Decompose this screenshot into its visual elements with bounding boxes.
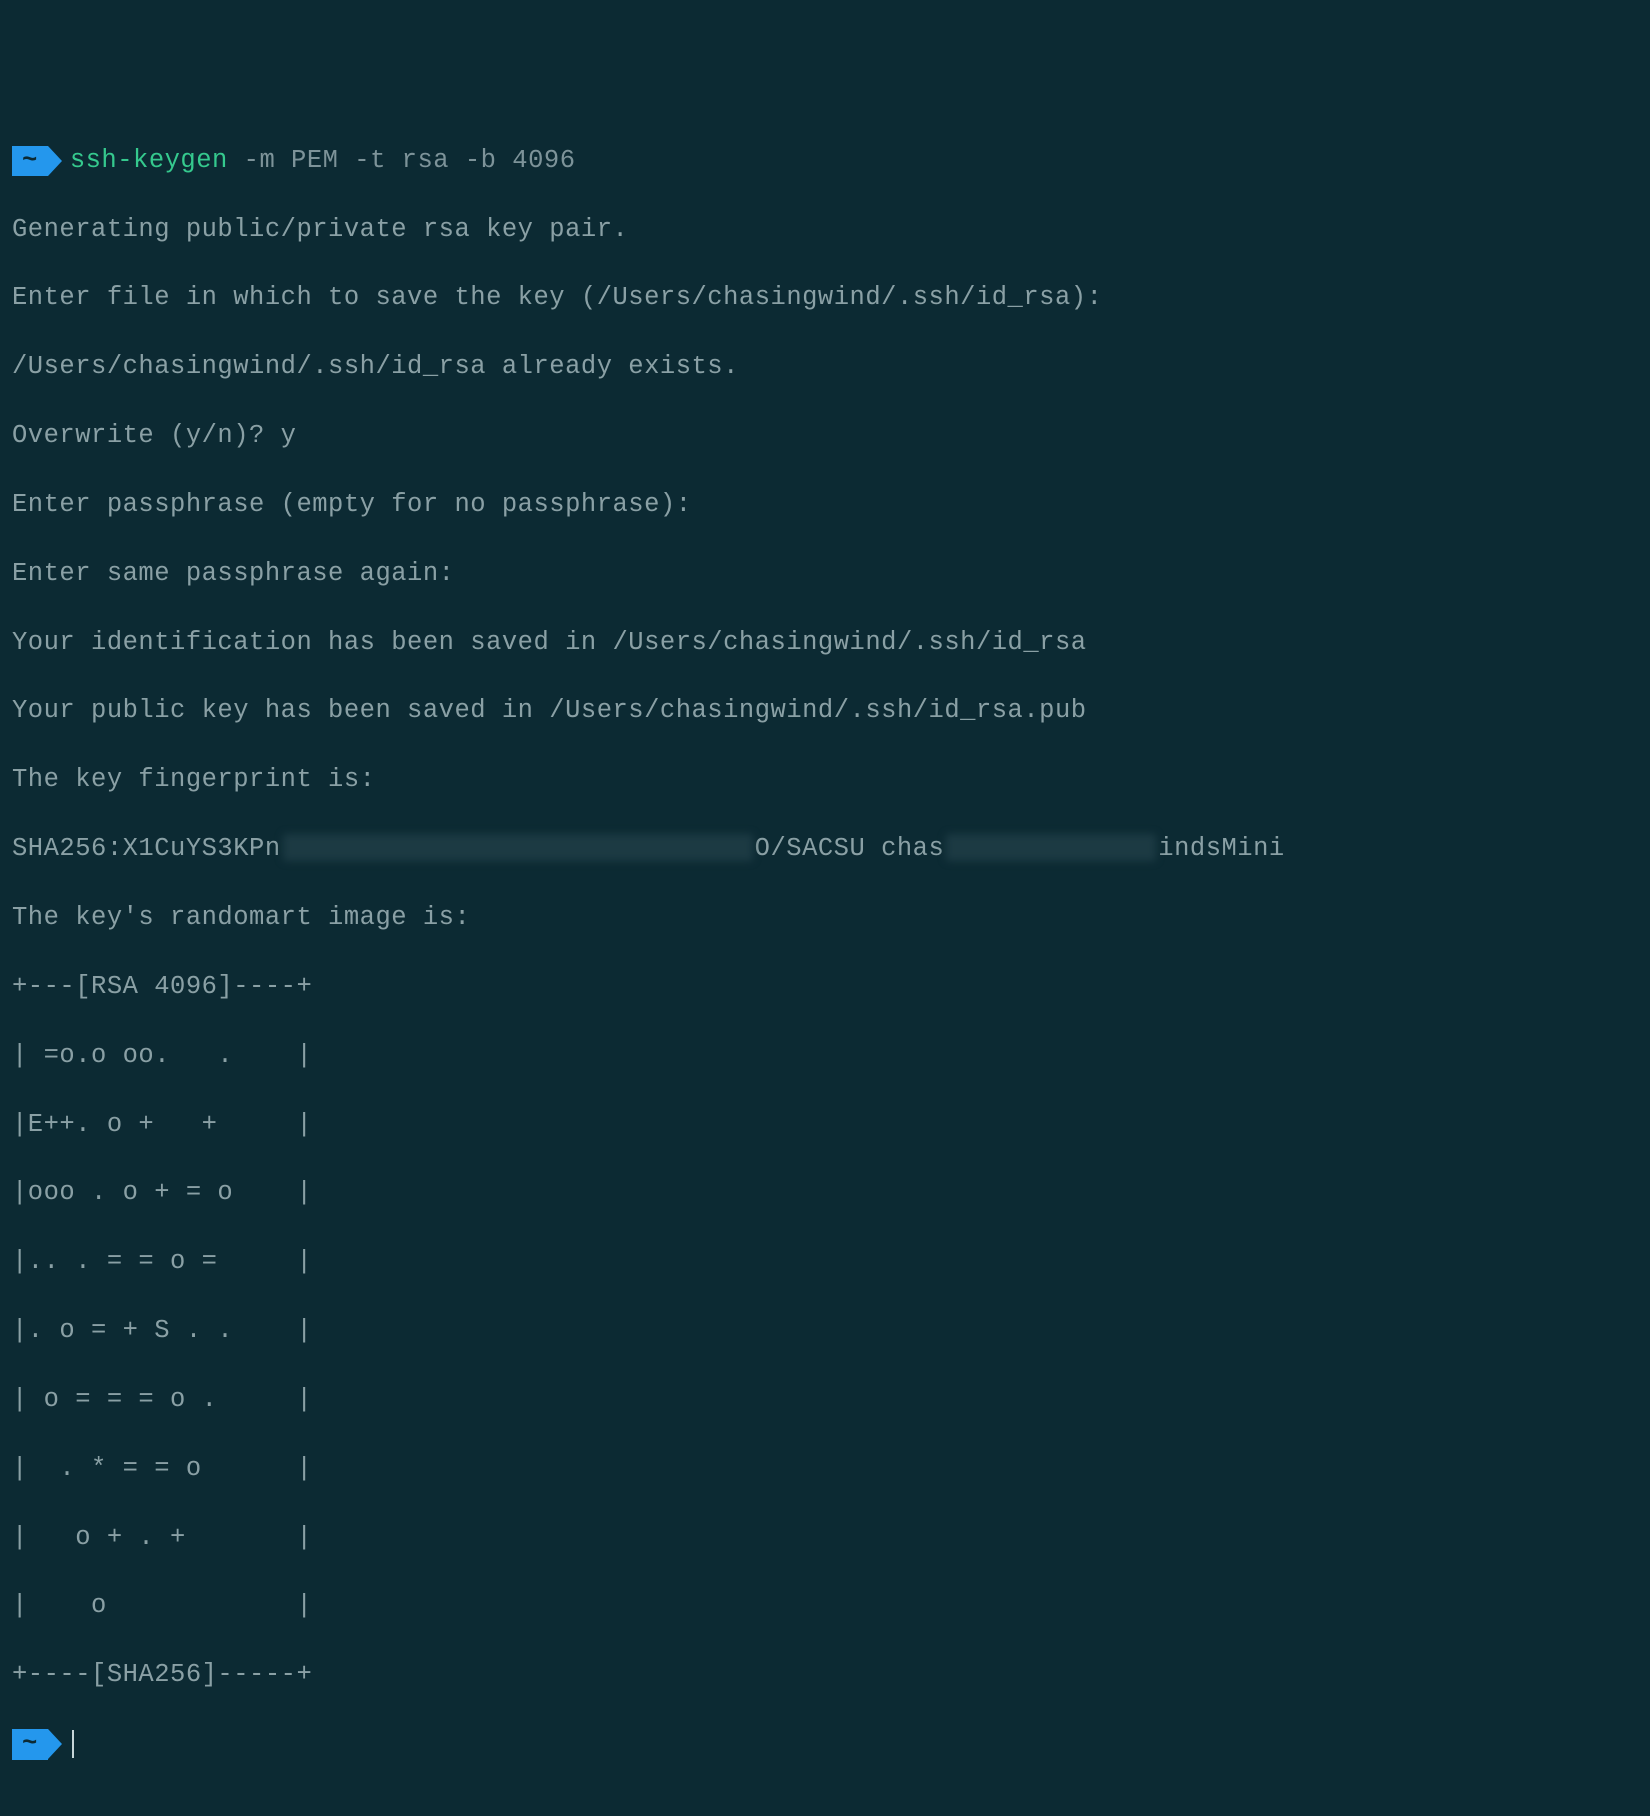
cursor (72, 1730, 74, 1758)
randomart-line: +----[SHA256]-----+ (12, 1658, 1638, 1692)
output-line: The key fingerprint is: (12, 763, 1638, 797)
fp-part: O/SACSU chas (755, 834, 945, 863)
command-name: ssh-keygen (70, 146, 228, 175)
prompt-badge: ~ (12, 146, 48, 177)
fingerprint-line: SHA256:X1CuYS3KPn O/SACSU chas indsMini (12, 832, 1638, 866)
output-line: The key's randomart image is: (12, 901, 1638, 935)
output-line: Generating public/private rsa key pair. (12, 213, 1638, 247)
fp-part: SHA256:X1CuYS3KPn (12, 834, 281, 863)
randomart-line: | . * = = o | (12, 1452, 1638, 1486)
randomart-line: | o | (12, 1589, 1638, 1623)
randomart-line: +---[RSA 4096]----+ (12, 970, 1638, 1004)
randomart-line: | o = = = o . | (12, 1383, 1638, 1417)
randomart-line: | o + . + | (12, 1521, 1638, 1555)
output-line: Overwrite (y/n)? y (12, 419, 1638, 453)
redacted-fingerprint (283, 834, 753, 861)
prompt-line[interactable]: ~ (12, 1727, 1638, 1761)
command-line[interactable]: ~ ssh-keygen -m PEM -t rsa -b 4096 (12, 144, 1638, 178)
fp-part: indsMini (1158, 834, 1284, 863)
randomart-line: | =o.o oo. . | (12, 1039, 1638, 1073)
output-line: Enter same passphrase again: (12, 557, 1638, 591)
randomart-line: |ooo . o + = o | (12, 1176, 1638, 1210)
output-line: Your identification has been saved in /U… (12, 626, 1638, 660)
output-line: Enter passphrase (empty for no passphras… (12, 488, 1638, 522)
randomart-line: |.. . = = o = | (12, 1245, 1638, 1279)
output-line: /Users/chasingwind/.ssh/id_rsa already e… (12, 350, 1638, 384)
prompt-badge: ~ (12, 1729, 48, 1760)
output-line: Enter file in which to save the key (/Us… (12, 281, 1638, 315)
output-line: Your public key has been saved in /Users… (12, 694, 1638, 728)
randomart-line: |E++. o + + | (12, 1108, 1638, 1142)
redacted-host (946, 834, 1156, 861)
command-args: -m PEM -t rsa -b 4096 (228, 146, 576, 175)
randomart-line: |. o = + S . . | (12, 1314, 1638, 1348)
